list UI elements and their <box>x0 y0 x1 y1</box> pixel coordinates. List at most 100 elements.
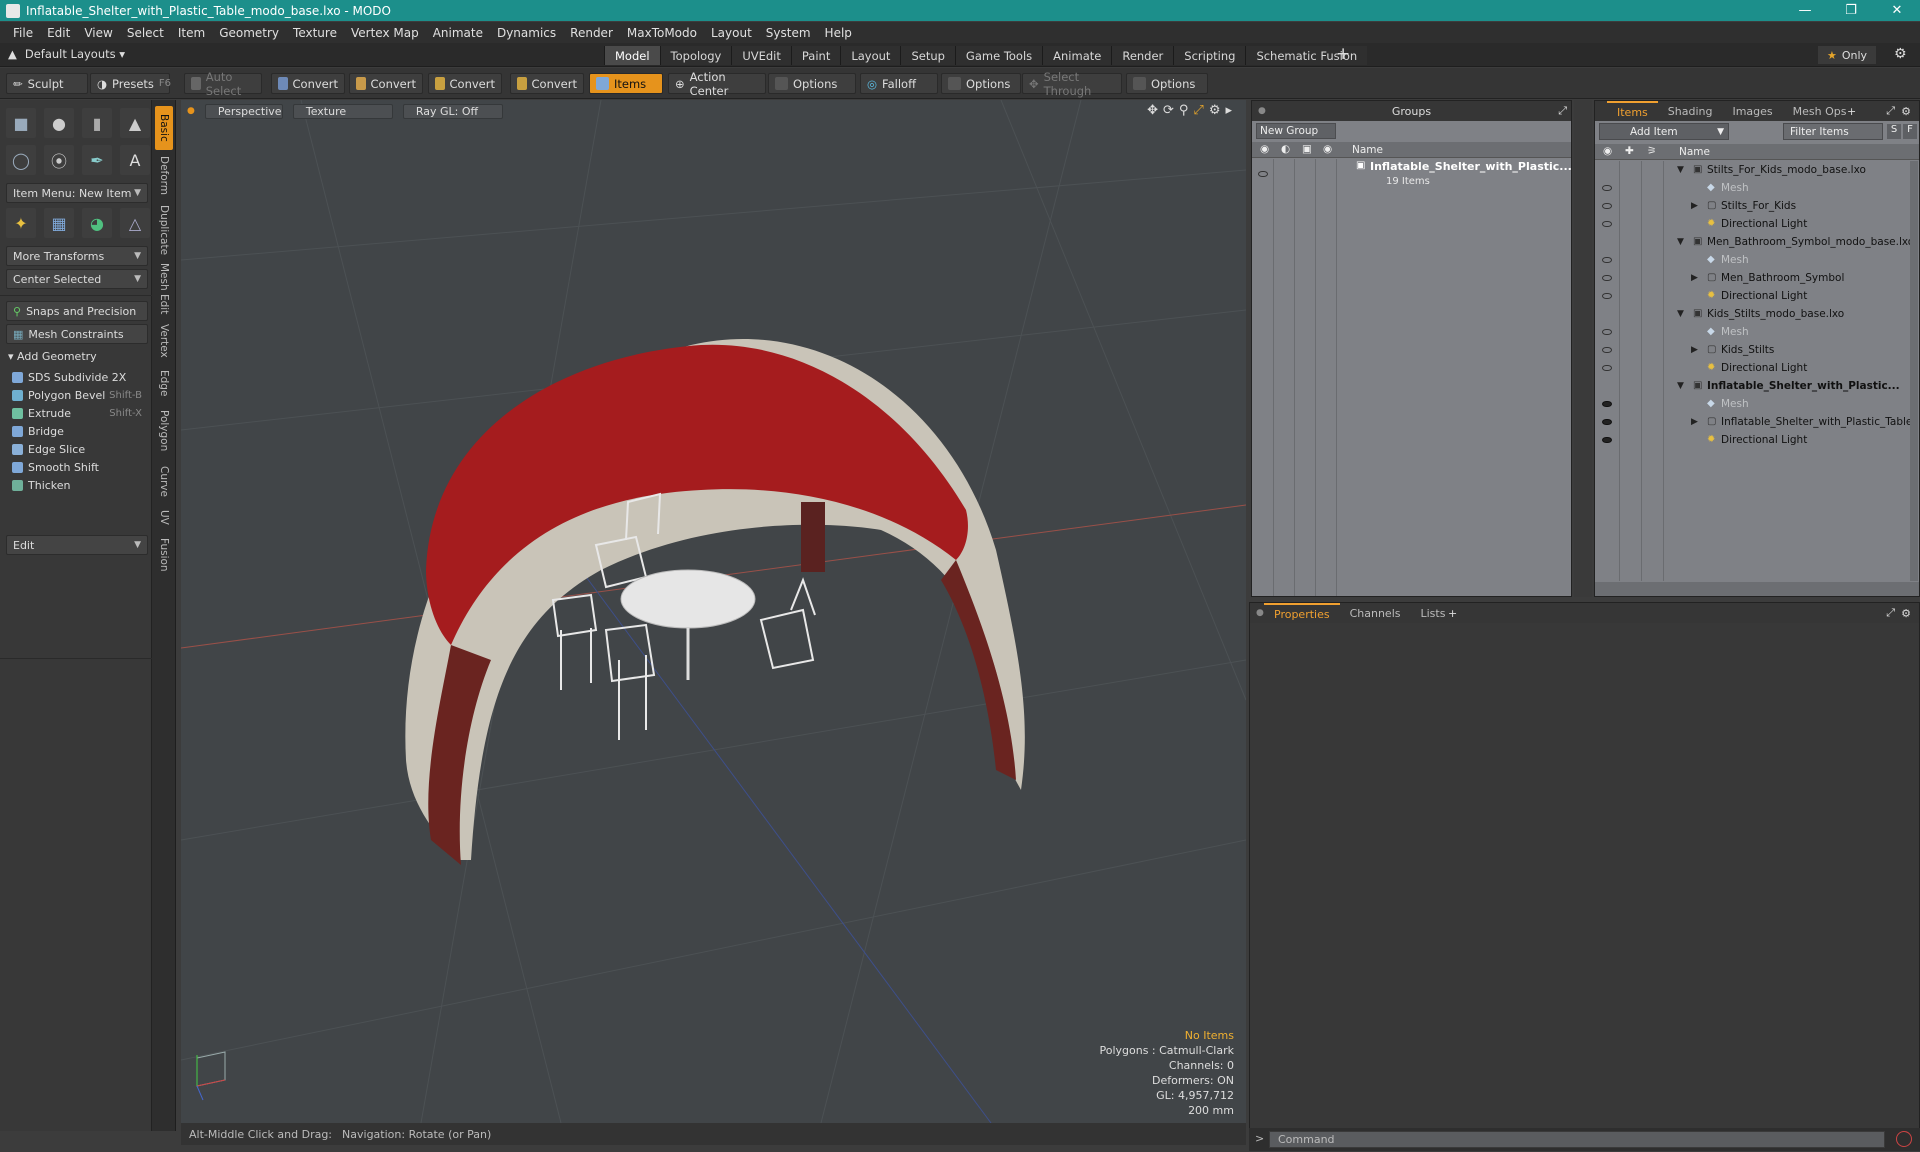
fit-icon[interactable]: ⤢ <box>1193 103 1203 118</box>
item-row[interactable]: ◆ Mesh <box>1595 252 1919 270</box>
convert-button-2[interactable]: Convert <box>349 73 423 94</box>
menu-system[interactable]: System <box>759 26 818 40</box>
menu-select[interactable]: Select <box>120 26 171 40</box>
menu-file[interactable]: File <box>6 26 40 40</box>
add-tab-icon[interactable]: + <box>1448 607 1457 620</box>
vtab-basic[interactable]: Basic <box>155 106 173 150</box>
vtab-duplicate[interactable]: Duplicate <box>155 202 173 258</box>
eye-icon[interactable] <box>1602 401 1612 407</box>
auto-select-button[interactable]: Auto Select <box>184 70 262 98</box>
eye-icon[interactable] <box>1602 221 1612 227</box>
item-row[interactable]: ◆ Mesh <box>1595 396 1919 414</box>
tab-game-tools[interactable]: Game Tools <box>954 46 1043 65</box>
items-tab-shading[interactable]: Shading <box>1658 101 1723 121</box>
layout-pin-icon[interactable]: ▲ <box>8 47 17 61</box>
group-entry[interactable]: ▣ Inflatable_Shelter_with_Plastic... 19 … <box>1252 159 1572 193</box>
only-button[interactable]: ★ Only <box>1818 46 1876 64</box>
cone-icon[interactable]: ▲ <box>120 108 150 138</box>
vtab-uv[interactable]: UV <box>155 504 173 530</box>
eye-icon[interactable] <box>1602 365 1612 371</box>
convert-button-1[interactable]: Convert <box>271 73 345 94</box>
item-menu-dropdown[interactable]: Item Menu: New Item ▼ <box>6 183 148 203</box>
minimize-icon[interactable]: — <box>1782 0 1828 21</box>
visibility-col-icon[interactable]: ◉ <box>1603 145 1612 157</box>
item-row[interactable]: ▶ ▢ Inflatable_Shelter_with_Plastic_Table <box>1595 414 1919 432</box>
vtab-fusion[interactable]: Fusion <box>155 532 173 578</box>
viewport-expand-icon[interactable]: ▸ <box>1225 103 1232 118</box>
gear-icon[interactable]: ⚙ <box>1894 46 1907 62</box>
vtab-deform[interactable]: Deform <box>155 152 173 200</box>
item-row[interactable]: ▼ ▣ Kids_Stilts_modo_base.lxo <box>1595 306 1919 324</box>
default-layouts-dropdown[interactable]: Default Layouts ▾ <box>25 47 125 61</box>
rotate-icon[interactable]: ⟳ <box>1163 103 1174 118</box>
globe-icon[interactable]: ◕ <box>82 208 112 238</box>
menu-layout[interactable]: Layout <box>704 26 759 40</box>
s-toggle[interactable]: S <box>1887 124 1901 139</box>
expand-icon[interactable]: ⤢ <box>1886 606 1895 620</box>
items-tab-mesh-ops[interactable]: Mesh Ops <box>1783 101 1857 121</box>
menu-texture[interactable]: Texture <box>286 26 344 40</box>
move-gizmo-icon[interactable]: ✦ <box>6 208 36 238</box>
groups-name-column[interactable]: Name <box>1352 144 1383 156</box>
presets-button[interactable]: ◑ Presets F6 <box>90 73 171 94</box>
menu-maxtomodo[interactable]: MaxToModo <box>620 26 704 40</box>
expand-arrow-icon[interactable]: ▼ <box>1677 165 1684 175</box>
items-name-column[interactable]: Name <box>1679 146 1710 158</box>
menu-render[interactable]: Render <box>563 26 620 40</box>
items-tab-items[interactable]: Items <box>1607 101 1658 121</box>
eye-icon[interactable] <box>1602 275 1612 281</box>
tool-bridge[interactable]: Bridge <box>6 422 148 440</box>
cube-icon[interactable]: ■ <box>6 108 36 138</box>
item-row[interactable]: ▼ ▣ Inflatable_Shelter_with_Plastic... <box>1595 378 1919 396</box>
props-tab-channels[interactable]: Channels <box>1340 603 1411 623</box>
item-row[interactable]: ▶ ▢ Kids_Stilts <box>1595 342 1919 360</box>
expand-arrow-icon[interactable]: ▶ <box>1691 417 1698 427</box>
zoom-icon[interactable]: ⚲ <box>1179 103 1189 118</box>
menu-animate[interactable]: Animate <box>426 26 490 40</box>
eye-icon[interactable] <box>1602 419 1612 425</box>
torus-icon[interactable]: ◯ <box>6 145 36 175</box>
panel-splitter[interactable] <box>1574 100 1592 597</box>
eye-icon[interactable] <box>1602 293 1612 299</box>
menu-dynamics[interactable]: Dynamics <box>490 26 563 40</box>
panel-gear-icon[interactable]: ⚙ <box>1901 105 1911 118</box>
add-tab-icon[interactable]: + <box>1847 105 1856 118</box>
add-geometry-header[interactable]: ▾ Add Geometry <box>8 350 97 363</box>
expand-arrow-icon[interactable]: ▼ <box>1677 381 1684 391</box>
item-row[interactable]: ▶ ▢ Men_Bathroom_Symbol <box>1595 270 1919 288</box>
expand-icon[interactable]: ⤢ <box>1558 104 1567 118</box>
new-group-button[interactable]: New Group <box>1256 123 1336 139</box>
expand-arrow-icon[interactable]: ▼ <box>1677 309 1684 319</box>
grid-icon[interactable]: ▦ <box>44 208 74 238</box>
panel-menu-icon[interactable]: ● <box>1256 608 1264 618</box>
tab-model[interactable]: Model <box>604 46 660 65</box>
menu-geometry[interactable]: Geometry <box>212 26 286 40</box>
close-icon[interactable]: ✕ <box>1874 0 1920 21</box>
tab-setup[interactable]: Setup <box>900 46 955 65</box>
tool-polygon-bevel[interactable]: Polygon Bevel Shift-B <box>6 386 148 404</box>
filter-items-input[interactable]: Filter Items <box>1783 123 1883 140</box>
convert-button-3[interactable]: Convert <box>428 73 502 94</box>
restore-icon[interactable]: ❐ <box>1828 0 1874 21</box>
tab-uvedit[interactable]: UVEdit <box>731 46 791 65</box>
select-col-icon[interactable]: ◉ <box>1323 143 1332 155</box>
edit-dropdown[interactable]: Edit ▼ <box>6 535 148 555</box>
item-row[interactable]: ✹ Directional Light <box>1595 288 1919 306</box>
add-tab-icon[interactable]: + <box>1336 44 1350 64</box>
eye-icon[interactable] <box>1602 257 1612 263</box>
item-row[interactable]: ▼ ▣ Men_Bathroom_Symbol_modo_base.lxo <box>1595 234 1919 252</box>
viewport-settings-icon[interactable]: ⚙ <box>1209 103 1221 118</box>
center-selected-dropdown[interactable]: Center Selected ▼ <box>6 269 148 289</box>
items-scrollbar[interactable] <box>1910 161 1918 581</box>
capsule-icon[interactable]: ⦿ <box>44 145 74 175</box>
item-row[interactable]: ◆ Mesh <box>1595 324 1919 342</box>
vtab-edge[interactable]: Edge <box>155 364 173 402</box>
options-button-2[interactable]: Options <box>941 73 1021 94</box>
f-toggle[interactable]: F <box>1903 124 1917 139</box>
viewport-menu-icon[interactable]: ● <box>187 106 195 116</box>
tool-sds-subdivide-2x[interactable]: SDS Subdivide 2X <box>6 368 148 386</box>
tab-scripting[interactable]: Scripting <box>1173 46 1246 65</box>
menu-edit[interactable]: Edit <box>40 26 77 40</box>
record-icon[interactable] <box>1896 1131 1912 1147</box>
items-hscrollbar[interactable] <box>1595 582 1919 596</box>
